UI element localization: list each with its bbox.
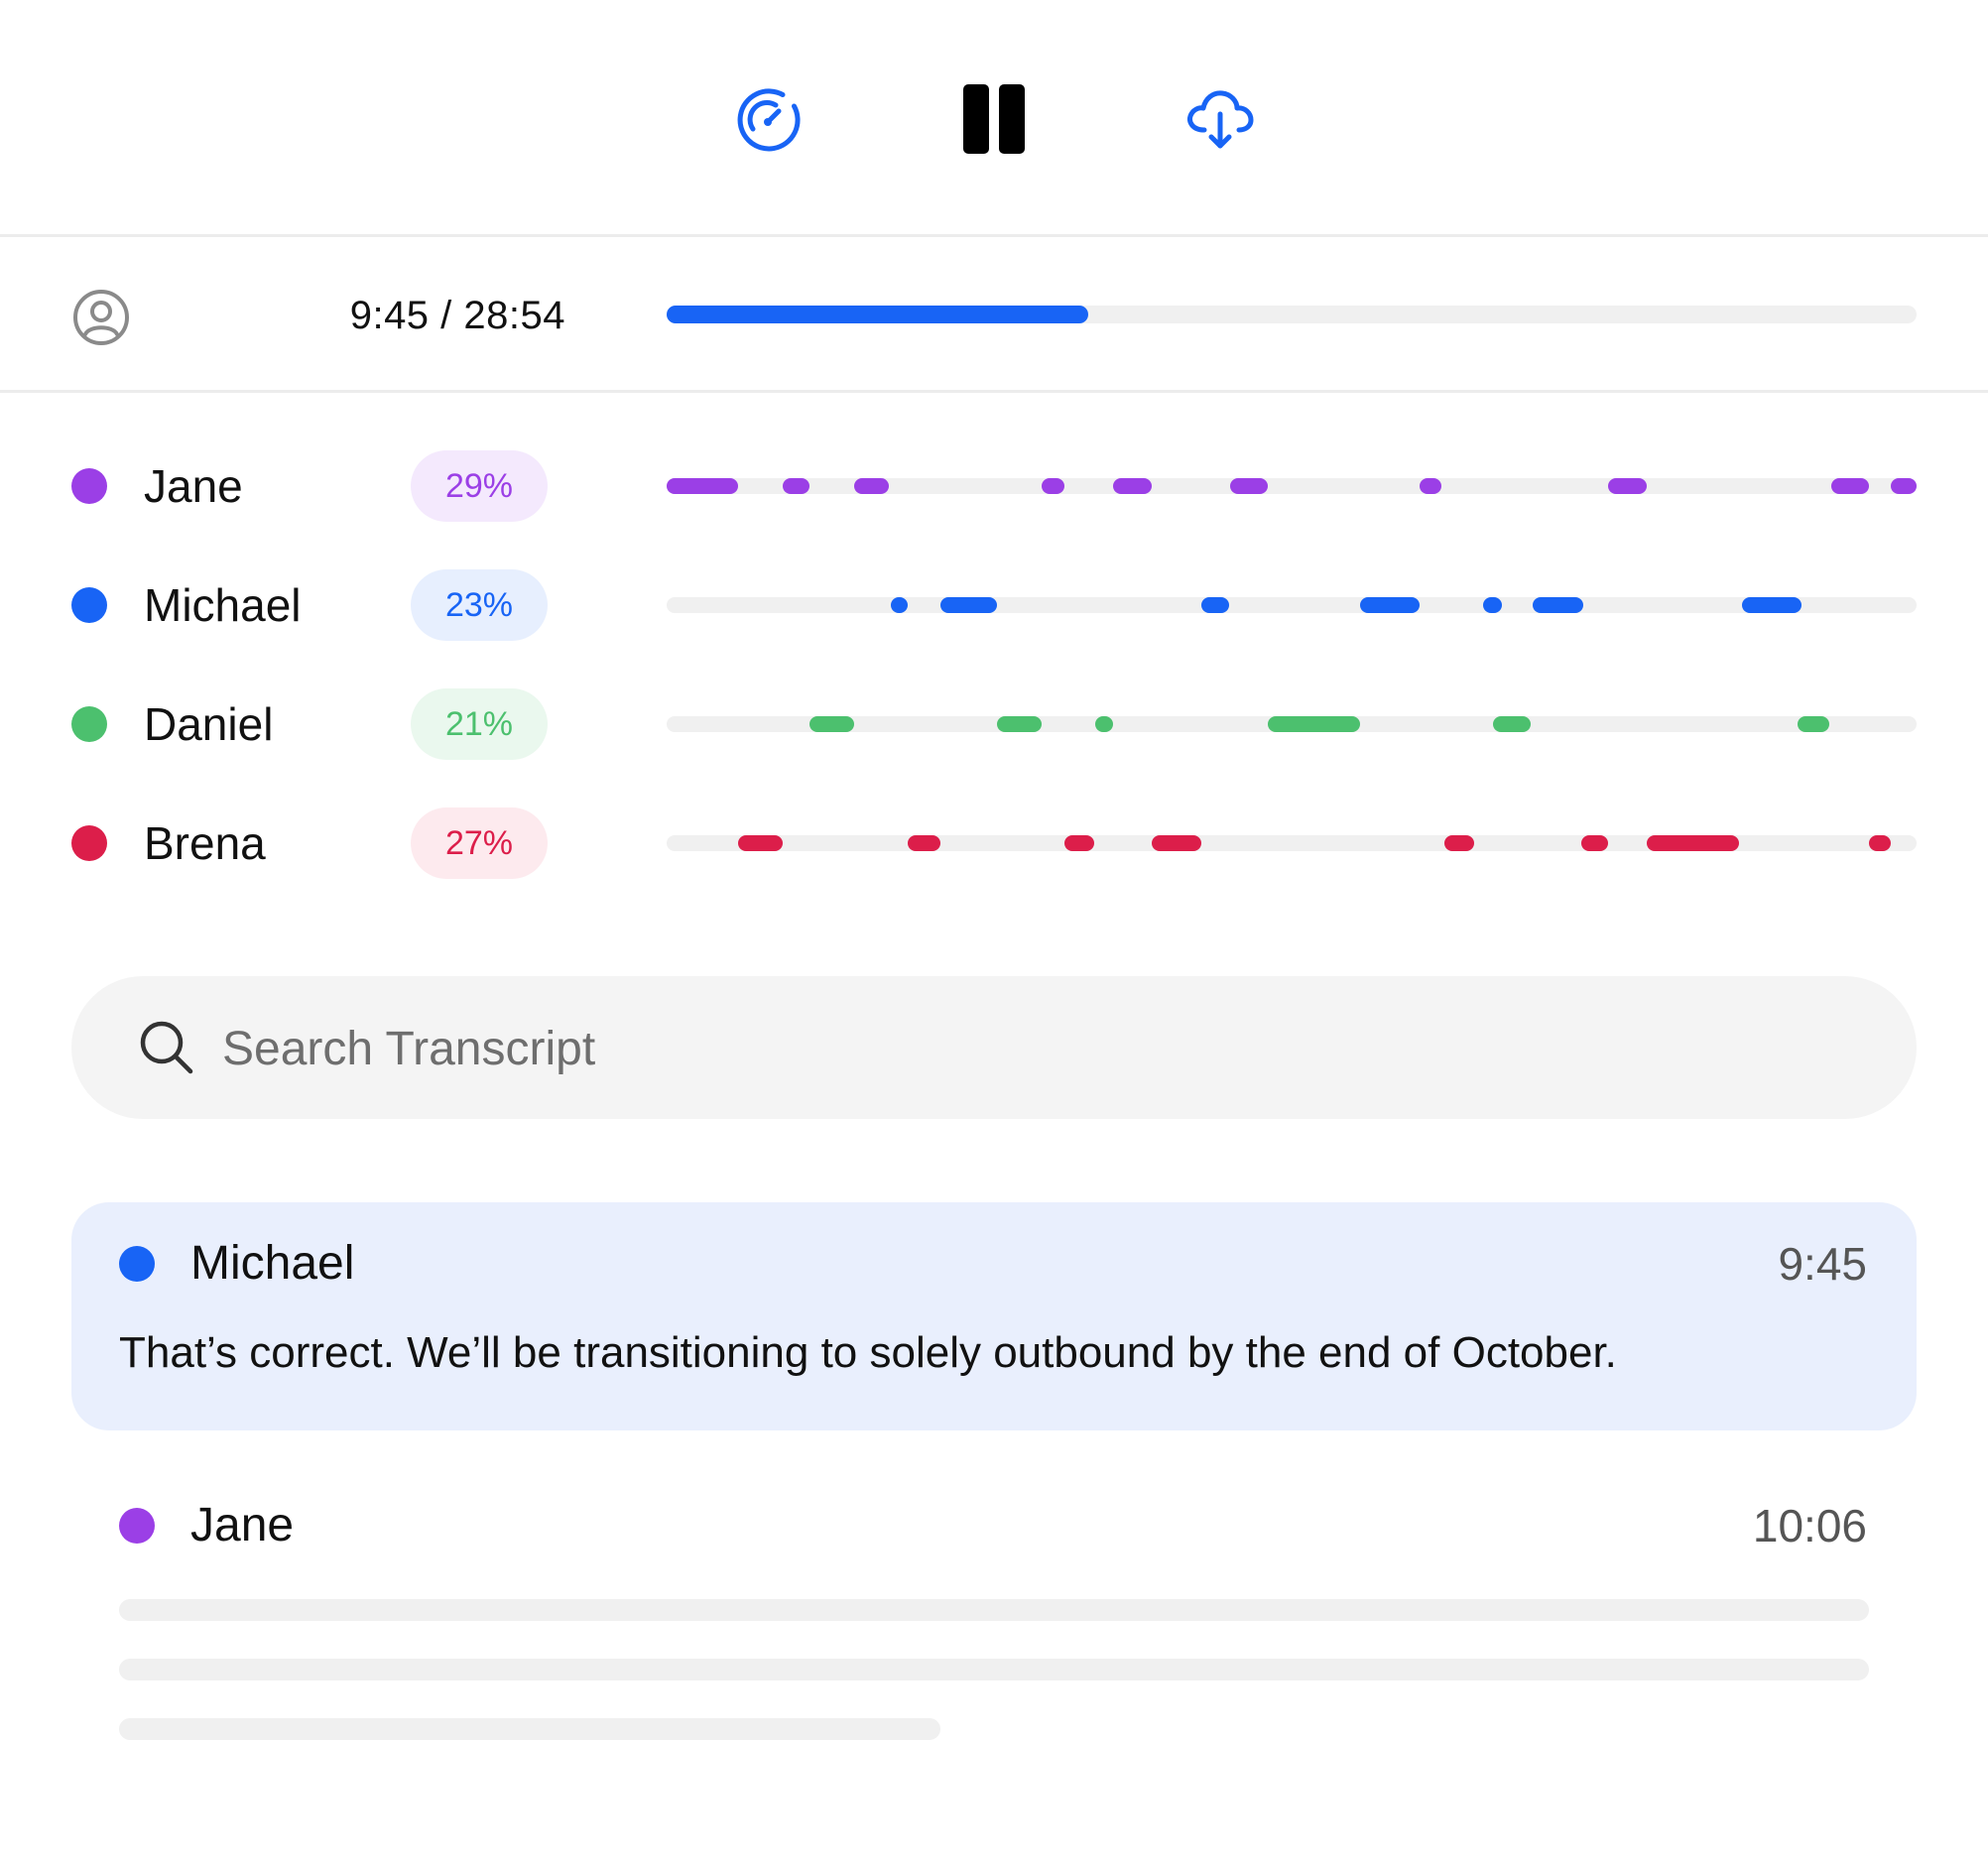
speedometer-icon [737,88,801,152]
talk-percentage-badge: 29% [411,450,548,522]
speech-segment[interactable] [1741,597,1802,613]
transcript-speaker-name: Michael [190,1237,355,1290]
talk-percentage-badge: 23% [411,569,548,641]
speaker-dot [71,706,107,742]
top-divider [0,234,1988,237]
speech-segment[interactable] [1831,478,1870,494]
talk-percentage-badge: 21% [411,688,548,760]
progress-bar[interactable] [667,306,1917,323]
speaker-dot [119,1508,155,1544]
speech-segment[interactable] [908,835,940,851]
user-circle-icon[interactable] [71,288,131,347]
speech-segment[interactable] [1482,597,1502,613]
transcript-timestamp[interactable]: 9:45 [1669,1234,1867,1294]
search-icon [140,1021,193,1074]
speech-segment[interactable] [1419,478,1442,494]
speaker-dot [71,468,107,504]
pause-icon [963,84,1025,154]
transcript-entry-active[interactable]: Michael 9:45 That’s correct. We’ll be tr… [71,1202,1917,1430]
speech-segment[interactable] [890,597,909,613]
time-display: 9:45 / 28:54 [349,294,565,337]
download-button[interactable] [1180,79,1260,159]
transcript-speaker-name: Jane [190,1499,295,1551]
playback-speed-button[interactable] [728,79,808,159]
speech-segment[interactable] [1042,478,1064,494]
speaker-name: Michael [144,579,302,631]
speech-segment[interactable] [1230,478,1269,494]
speech-segment[interactable] [1201,597,1229,613]
speaker-dot [71,825,107,861]
search-bar[interactable] [71,976,1917,1119]
progress-divider [0,390,1988,393]
speaker-name: Brena [144,817,266,869]
speech-segment[interactable] [1646,835,1740,851]
speech-segment[interactable] [1581,835,1608,851]
speech-segment[interactable] [1268,716,1361,732]
speech-segment[interactable] [808,716,854,732]
talk-percentage-badge: 27% [411,807,548,879]
speech-segment[interactable] [1890,478,1917,494]
speech-segment[interactable] [783,478,809,494]
text-placeholder-line [119,1599,1869,1621]
speech-segment[interactable] [1533,597,1583,613]
speaker-timeline[interactable] [667,597,1917,613]
search-input[interactable] [220,1012,1811,1085]
speech-segment[interactable] [1112,478,1152,494]
speech-segment[interactable] [1151,835,1202,851]
transcript-text: That’s correct. We’ll be transitioning t… [119,1328,1617,1377]
speech-segment[interactable] [1798,716,1829,732]
progress-bar-fill [667,306,1089,323]
speaker-name: Daniel [144,698,274,750]
speaker-dot [119,1246,155,1282]
cloud-download-icon [1187,90,1254,149]
speech-segment[interactable] [1360,597,1420,613]
speech-segment[interactable] [939,597,997,613]
speech-segment[interactable] [854,478,890,494]
text-placeholder-line [119,1718,940,1740]
speech-segment[interactable] [1063,835,1094,851]
speech-segment[interactable] [1095,716,1113,732]
speech-segment[interactable] [996,716,1042,732]
speech-segment[interactable] [1607,478,1647,494]
speech-segment[interactable] [1492,716,1531,732]
speaker-name: Jane [144,460,243,512]
speech-segment[interactable] [667,478,738,494]
speech-segment[interactable] [1443,835,1474,851]
text-placeholder-line [119,1659,1869,1680]
speaker-dot [71,587,107,623]
speech-segment[interactable] [1869,835,1891,851]
transcript-timestamp[interactable]: 10:06 [1669,1496,1867,1555]
speech-segment[interactable] [737,835,784,851]
pause-button[interactable] [954,79,1034,159]
